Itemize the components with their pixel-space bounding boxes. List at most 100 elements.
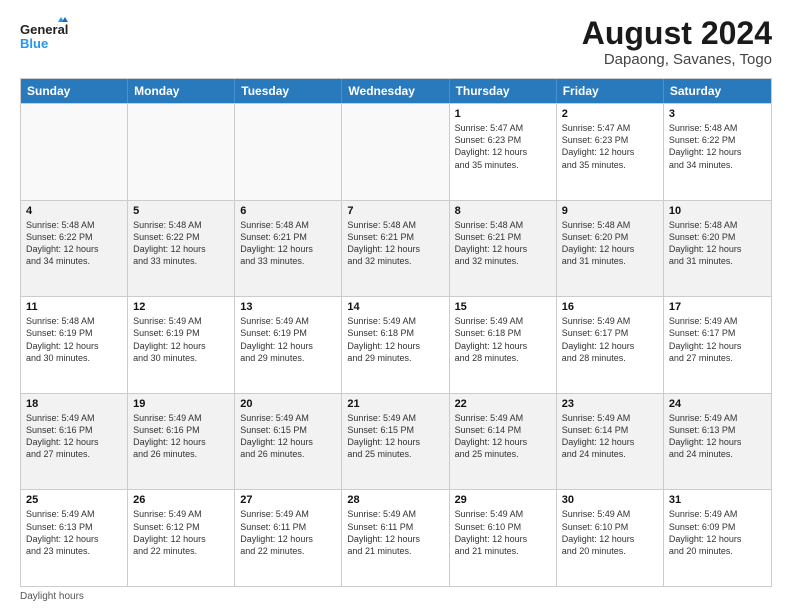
logo-svg: General Blue bbox=[20, 16, 68, 58]
cell-info: Sunrise: 5:49 AMSunset: 6:13 PMDaylight:… bbox=[669, 412, 766, 461]
calendar-cell-empty bbox=[21, 104, 128, 200]
day-number: 30 bbox=[562, 494, 658, 506]
calendar-cell-15: 15 Sunrise: 5:49 AMSunset: 6:18 PMDayligh… bbox=[450, 297, 557, 393]
cell-info: Sunrise: 5:49 AMSunset: 6:10 PMDaylight:… bbox=[562, 508, 658, 557]
calendar-cell-2: 2 Sunrise: 5:47 AMSunset: 6:23 PMDaylight… bbox=[557, 104, 664, 200]
calendar-cell-empty bbox=[235, 104, 342, 200]
calendar-cell-6: 6Sunrise: 5:48 AMSunset: 6:21 PMDaylight… bbox=[235, 201, 342, 297]
calendar-cell-17: 17 Sunrise: 5:49 AMSunset: 6:17 PMDayligh… bbox=[664, 297, 771, 393]
calendar-cell-21: 21 Sunrise: 5:49 AMSunset: 6:15 PMDayligh… bbox=[342, 394, 449, 490]
calendar-cell-25: 25 Sunrise: 5:49 AMSunset: 6:13 PMDayligh… bbox=[21, 490, 128, 586]
day-number: 28 bbox=[347, 494, 443, 506]
cell-info: Sunrise: 5:48 AMSunset: 6:20 PMDaylight:… bbox=[669, 219, 766, 268]
day-number: 31 bbox=[669, 494, 766, 506]
day-number: 4 bbox=[26, 205, 122, 217]
cell-info: Sunrise: 5:48 AMSunset: 6:22 PMDaylight:… bbox=[669, 122, 766, 171]
calendar-cell-12: 12Sunrise: 5:49 AMSunset: 6:19 PMDayligh… bbox=[128, 297, 235, 393]
header-day-tuesday: Tuesday bbox=[235, 79, 342, 103]
calendar-cell-5: 5Sunrise: 5:48 AMSunset: 6:22 PMDaylight… bbox=[128, 201, 235, 297]
day-number: 5 bbox=[133, 205, 229, 217]
calendar-cell-1: 1 Sunrise: 5:47 AMSunset: 6:23 PMDaylight… bbox=[450, 104, 557, 200]
calendar-header: SundayMondayTuesdayWednesdayThursdayFrid… bbox=[21, 79, 771, 103]
day-number: 25 bbox=[26, 494, 122, 506]
day-number: 14 bbox=[347, 301, 443, 313]
day-number: 3 bbox=[669, 108, 766, 120]
calendar-row-3: 11 Sunrise: 5:48 AMSunset: 6:19 PMDayligh… bbox=[21, 296, 771, 393]
day-number: 18 bbox=[26, 398, 122, 410]
header-day-wednesday: Wednesday bbox=[342, 79, 449, 103]
cell-info: Sunrise: 5:47 AMSunset: 6:23 PMDaylight:… bbox=[455, 122, 551, 171]
calendar-cell-19: 19Sunrise: 5:49 AMSunset: 6:16 PMDayligh… bbox=[128, 394, 235, 490]
calendar-cell-empty bbox=[342, 104, 449, 200]
cell-info: Sunrise: 5:49 AMSunset: 6:17 PMDaylight:… bbox=[562, 315, 658, 364]
calendar-cell-26: 26 Sunrise: 5:49 AMSunset: 6:12 PMDayligh… bbox=[128, 490, 235, 586]
day-number: 29 bbox=[455, 494, 551, 506]
cell-info: Sunrise: 5:49 AMSunset: 6:15 PMDaylight:… bbox=[240, 412, 336, 461]
page-title: August 2024 bbox=[582, 16, 772, 51]
cell-info: Sunrise: 5:49 AMSunset: 6:17 PMDaylight:… bbox=[669, 315, 766, 364]
cell-info: Sunrise: 5:48 AMSunset: 6:19 PMDaylight:… bbox=[26, 315, 122, 364]
cell-info: Sunrise: 5:49 AMSunset: 6:09 PMDaylight:… bbox=[669, 508, 766, 557]
calendar-body: 1 Sunrise: 5:47 AMSunset: 6:23 PMDaylight… bbox=[21, 103, 771, 586]
day-number: 16 bbox=[562, 301, 658, 313]
day-number: 10 bbox=[669, 205, 766, 217]
day-number: 8 bbox=[455, 205, 551, 217]
cell-info: Sunrise: 5:49 AMSunset: 6:18 PMDaylight:… bbox=[347, 315, 443, 364]
cell-info: Sunrise: 5:48 AMSunset: 6:21 PMDaylight:… bbox=[240, 219, 336, 268]
day-number: 12 bbox=[133, 301, 229, 313]
day-number: 22 bbox=[455, 398, 551, 410]
calendar: SundayMondayTuesdayWednesdayThursdayFrid… bbox=[20, 78, 772, 587]
page-subtitle: Dapaong, Savanes, Togo bbox=[582, 51, 772, 68]
calendar-cell-8: 8 Sunrise: 5:48 AMSunset: 6:21 PMDaylight… bbox=[450, 201, 557, 297]
cell-info: Sunrise: 5:49 AMSunset: 6:14 PMDaylight:… bbox=[562, 412, 658, 461]
cell-info: Sunrise: 5:49 AMSunset: 6:10 PMDaylight:… bbox=[455, 508, 551, 557]
day-number: 13 bbox=[240, 301, 336, 313]
cell-info: Sunrise: 5:49 AMSunset: 6:13 PMDaylight:… bbox=[26, 508, 122, 557]
header-day-saturday: Saturday bbox=[664, 79, 771, 103]
calendar-cell-23: 23Sunrise: 5:49 AMSunset: 6:14 PMDayligh… bbox=[557, 394, 664, 490]
calendar-cell-30: 30 Sunrise: 5:49 AMSunset: 6:10 PMDayligh… bbox=[557, 490, 664, 586]
cell-info: Sunrise: 5:48 AMSunset: 6:21 PMDaylight:… bbox=[455, 219, 551, 268]
day-number: 19 bbox=[133, 398, 229, 410]
day-number: 20 bbox=[240, 398, 336, 410]
day-number: 17 bbox=[669, 301, 766, 313]
calendar-cell-28: 28Sunrise: 5:49 AMSunset: 6:11 PMDayligh… bbox=[342, 490, 449, 586]
day-number: 15 bbox=[455, 301, 551, 313]
logo: General Blue bbox=[20, 16, 68, 58]
day-number: 11 bbox=[26, 301, 122, 313]
cell-info: Sunrise: 5:49 AMSunset: 6:15 PMDaylight:… bbox=[347, 412, 443, 461]
calendar-cell-22: 22 Sunrise: 5:49 AMSunset: 6:14 PMDayligh… bbox=[450, 394, 557, 490]
day-number: 1 bbox=[455, 108, 551, 120]
day-number: 9 bbox=[562, 205, 658, 217]
calendar-cell-31: 31 Sunrise: 5:49 AMSunset: 6:09 PMDayligh… bbox=[664, 490, 771, 586]
calendar-cell-16: 16 Sunrise: 5:49 AMSunset: 6:17 PMDayligh… bbox=[557, 297, 664, 393]
calendar-cell-14: 14 Sunrise: 5:49 AMSunset: 6:18 PMDayligh… bbox=[342, 297, 449, 393]
header-day-friday: Friday bbox=[557, 79, 664, 103]
day-number: 7 bbox=[347, 205, 443, 217]
cell-info: Sunrise: 5:49 AMSunset: 6:18 PMDaylight:… bbox=[455, 315, 551, 364]
calendar-row-2: 4 Sunrise: 5:48 AMSunset: 6:22 PMDaylight… bbox=[21, 200, 771, 297]
calendar-cell-7: 7 Sunrise: 5:48 AMSunset: 6:21 PMDaylight… bbox=[342, 201, 449, 297]
calendar-cell-4: 4 Sunrise: 5:48 AMSunset: 6:22 PMDaylight… bbox=[21, 201, 128, 297]
calendar-row-1: 1 Sunrise: 5:47 AMSunset: 6:23 PMDaylight… bbox=[21, 103, 771, 200]
cell-info: Sunrise: 5:49 AMSunset: 6:12 PMDaylight:… bbox=[133, 508, 229, 557]
page: General Blue August 2024 Dapaong, Savane… bbox=[0, 0, 792, 612]
calendar-cell-9: 9 Sunrise: 5:48 AMSunset: 6:20 PMDaylight… bbox=[557, 201, 664, 297]
cell-info: Sunrise: 5:47 AMSunset: 6:23 PMDaylight:… bbox=[562, 122, 658, 171]
footer-note: Daylight hours bbox=[20, 591, 772, 602]
calendar-row-4: 18 Sunrise: 5:49 AMSunset: 6:16 PMDayligh… bbox=[21, 393, 771, 490]
cell-info: Sunrise: 5:48 AMSunset: 6:20 PMDaylight:… bbox=[562, 219, 658, 268]
header-day-thursday: Thursday bbox=[450, 79, 557, 103]
calendar-cell-18: 18 Sunrise: 5:49 AMSunset: 6:16 PMDayligh… bbox=[21, 394, 128, 490]
cell-info: Sunrise: 5:48 AMSunset: 6:22 PMDaylight:… bbox=[26, 219, 122, 268]
calendar-cell-3: 3 Sunrise: 5:48 AMSunset: 6:22 PMDaylight… bbox=[664, 104, 771, 200]
cell-info: Sunrise: 5:48 AMSunset: 6:21 PMDaylight:… bbox=[347, 219, 443, 268]
day-number: 26 bbox=[133, 494, 229, 506]
calendar-cell-24: 24Sunrise: 5:49 AMSunset: 6:13 PMDayligh… bbox=[664, 394, 771, 490]
cell-info: Sunrise: 5:49 AMSunset: 6:16 PMDaylight:… bbox=[26, 412, 122, 461]
calendar-cell-27: 27Sunrise: 5:49 AMSunset: 6:11 PMDayligh… bbox=[235, 490, 342, 586]
day-number: 2 bbox=[562, 108, 658, 120]
cell-info: Sunrise: 5:49 AMSunset: 6:14 PMDaylight:… bbox=[455, 412, 551, 461]
day-number: 21 bbox=[347, 398, 443, 410]
cell-info: Sunrise: 5:49 AMSunset: 6:19 PMDaylight:… bbox=[240, 315, 336, 364]
